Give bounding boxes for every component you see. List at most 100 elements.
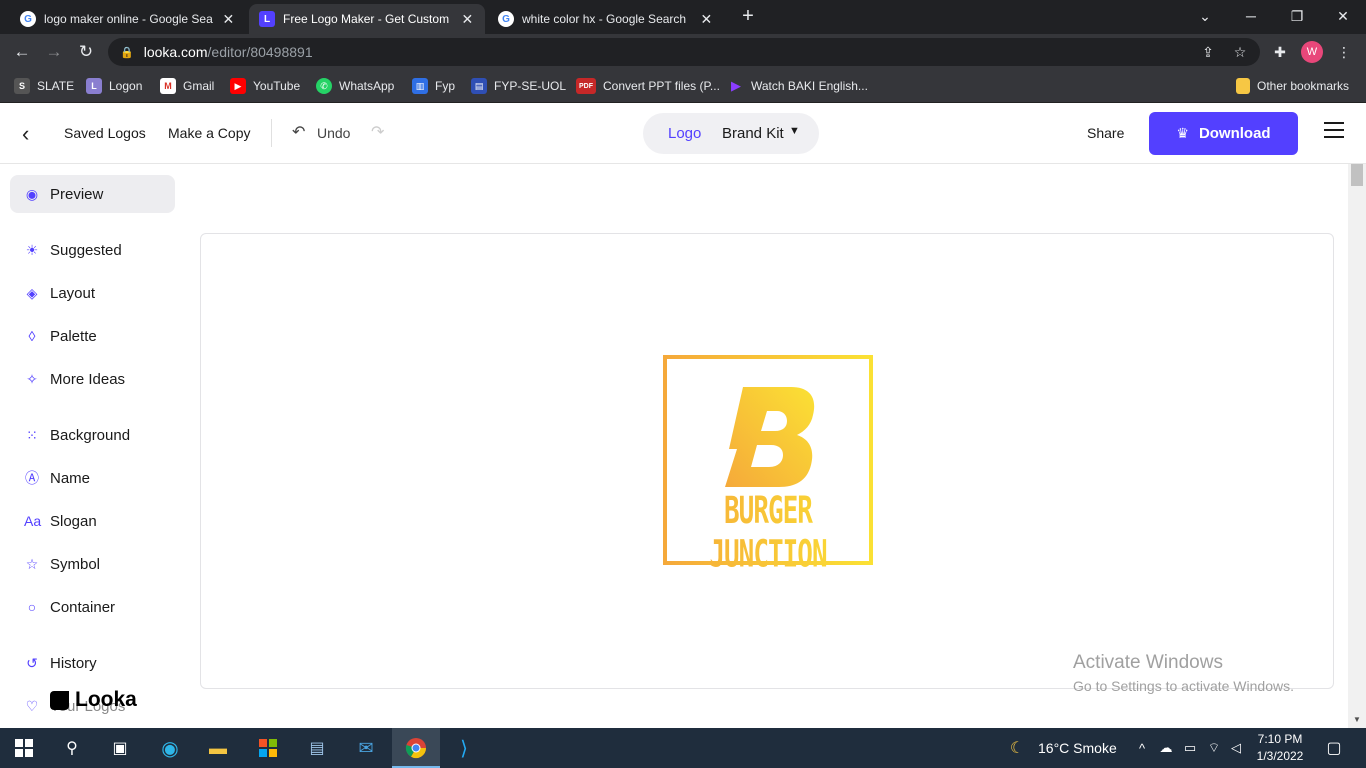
vscode-icon[interactable]: ⟩ [452,736,476,760]
edge-browser-icon[interactable]: ◉ [158,736,182,760]
sidebar-item-label: More Ideas [50,370,126,388]
other-bookmarks[interactable]: Other bookmarks [1236,77,1349,95]
undo-icon[interactable]: ↶ [292,122,305,142]
tab-search-icon[interactable]: ⌄ [1182,0,1228,32]
file-explorer-icon[interactable]: ▬ [206,736,230,760]
bookmark-item[interactable]: ▶ Watch BAKI English... [728,77,868,95]
task-view-icon[interactable]: ▣ [108,736,132,760]
logo-preview-canvas[interactable]: BURGER JUNCTION [200,233,1334,689]
profile-avatar[interactable]: W [1301,41,1323,63]
board-icon: ▤ [471,78,487,94]
chrome-icon[interactable] [404,736,428,760]
sidebar-item-slogan[interactable]: Aa Slogan [10,502,175,540]
scroll-down-arrow-icon[interactable]: ▼ [1353,715,1361,724]
heart-icon: ♡ [25,697,39,714]
download-button[interactable]: ♛ Download [1149,112,1298,155]
view-toggle: Logo Brand Kit ▼ [643,113,819,154]
bookmark-label: WhatsApp [339,79,395,93]
sidebar-item-history[interactable]: ↺ History [10,644,175,682]
sidebar-item-palette[interactable]: ◊ Palette [10,317,175,355]
more-menu-icon[interactable]: ⋮ [1334,42,1354,62]
slate-icon: S [14,78,30,94]
browser-tab-active[interactable]: L Free Logo Maker - Get Custom Logo ✕ [249,4,485,34]
toggle-logo[interactable]: Logo [668,125,701,142]
battery-icon[interactable]: ▭ [1178,736,1202,760]
sidebar-item-preview[interactable]: ◉ Preview [10,175,175,213]
bookmark-item[interactable]: S SLATE [14,77,74,95]
folder-icon [1236,78,1250,94]
sidebar-item-label: Background [50,426,131,444]
minimize-button[interactable]: ─ [1228,0,1274,32]
restore-button[interactable]: ❐ [1274,0,1320,32]
looka-logo[interactable]: Looka [50,688,137,712]
bookmarks-bar: S SLATE L Logon M Gmail ▶ YouTube ✆ WhatsApp … [0,70,1366,103]
sidebar-item-layout[interactable]: ◈ Layout [10,274,175,312]
bookmark-item[interactable]: ▥ Fyp [412,77,455,95]
cloud-icon[interactable]: ☁ [1154,736,1178,760]
bookmark-label: Gmail [183,79,215,93]
volume-muted-icon[interactable]: ◁ [1224,736,1248,760]
control-panel-icon[interactable]: ▤ [305,736,329,760]
bookmark-label: Watch BAKI English... [751,79,868,93]
close-icon[interactable]: ✕ [221,11,236,28]
url-path: /editor/80498891 [207,44,313,60]
browser-tab[interactable]: G white color hx - Google Search ✕ [488,4,724,34]
share-button[interactable]: Share [1087,125,1124,141]
chevron-down-icon[interactable]: ▼ [789,125,800,137]
logo-container[interactable]: BURGER JUNCTION [663,355,873,577]
sidebar-item-name[interactable]: Ⓐ Name [10,459,175,497]
chevron-up-icon[interactable]: ^ [1130,736,1154,760]
clock-time: 7:10 PM [1257,732,1303,746]
windows-start-icon[interactable] [12,736,36,760]
notification-icon[interactable]: ▢ [1322,736,1346,760]
share-page-icon[interactable]: ⇪ [1198,42,1218,62]
make-copy-link[interactable]: Make a Copy [168,125,250,141]
bookmark-item[interactable]: PDF Convert PPT files (P... [576,77,720,95]
close-icon[interactable]: ✕ [460,11,475,28]
burger-b-symbol-icon [725,387,815,487]
hamburger-menu-icon[interactable] [1324,122,1344,142]
address-bar[interactable]: 🔒 looka.com/editor/80498891 [108,38,1260,66]
url-host: looka.com [143,44,208,60]
forward-arrow-icon[interactable]: → [42,40,66,64]
editor-sidebar: ◉ Preview ☀ Suggested ◈ Layout ◊ Palette ✧ Mo… [0,164,190,728]
chevron-left-icon[interactable]: ‹ [22,121,42,146]
lock-icon: 🔒 [120,46,134,59]
bookmark-item[interactable]: L Logon [86,77,142,95]
scrollbar-thumb[interactable] [1351,164,1363,186]
eye-icon: ◉ [25,185,39,202]
redo-icon[interactable]: ↷ [371,122,384,142]
bookmark-item[interactable]: ✆ WhatsApp [316,77,394,95]
sidebar-item-label: Name [50,469,91,487]
close-window-button[interactable]: ✕ [1320,0,1366,32]
system-clock[interactable]: 7:10 PM 1/3/2022 [1254,731,1306,765]
page-scrollbar[interactable]: ▼ [1348,164,1366,728]
sidebar-item-background[interactable]: ⁙ Background [10,416,175,454]
mail-icon[interactable]: ✉ [354,736,378,760]
undo-button[interactable]: Undo [317,125,350,141]
bookmark-star-icon[interactable]: ☆ [1230,42,1250,62]
sidebar-item-label: Symbol [50,555,101,573]
sidebar-item-more-ideas[interactable]: ✧ More Ideas [10,360,175,398]
bookmark-label: SLATE [37,79,75,93]
weather-text[interactable]: 16°C Smoke [1038,740,1117,756]
search-icon[interactable]: ⚲ [60,736,84,760]
divider [271,119,272,147]
store-icon[interactable] [256,736,280,760]
wifi-icon[interactable]: ⌔ [1202,736,1226,760]
toggle-brand-kit[interactable]: Brand Kit [722,125,784,142]
bookmark-item[interactable]: ▶ YouTube [230,77,300,95]
browser-tab[interactable]: G logo maker online - Google Search ✕ [10,4,246,34]
sidebar-item-suggested[interactable]: ☀ Suggested [10,231,175,269]
sidebar-item-container[interactable]: ○ Container [10,588,175,626]
sidebar-item-symbol[interactable]: ☆ Symbol [10,545,175,583]
back-arrow-icon[interactable]: ← [10,40,34,64]
new-tab-button[interactable]: + [738,6,758,28]
lightbulb-icon: ☀ [25,241,39,258]
bookmark-item[interactable]: ▤ FYP-SE-UOL [471,77,566,95]
reload-icon[interactable]: ↻ [74,40,98,64]
extensions-puzzle-icon[interactable]: ✚ [1270,42,1290,62]
bookmark-item[interactable]: M Gmail [160,77,214,95]
close-icon[interactable]: ✕ [699,11,714,28]
saved-logos-link[interactable]: Saved Logos [64,125,146,141]
